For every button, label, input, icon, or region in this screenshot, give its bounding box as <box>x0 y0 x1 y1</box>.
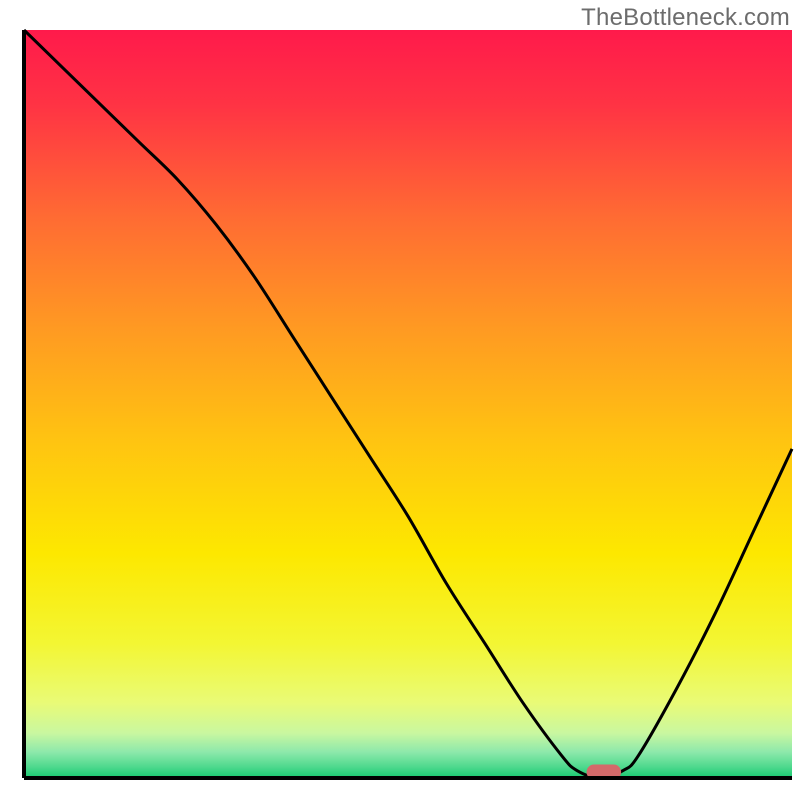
chart-container: TheBottleneck.com <box>0 0 800 800</box>
bottleneck-chart <box>0 0 800 800</box>
watermark-text: TheBottleneck.com <box>581 4 790 32</box>
